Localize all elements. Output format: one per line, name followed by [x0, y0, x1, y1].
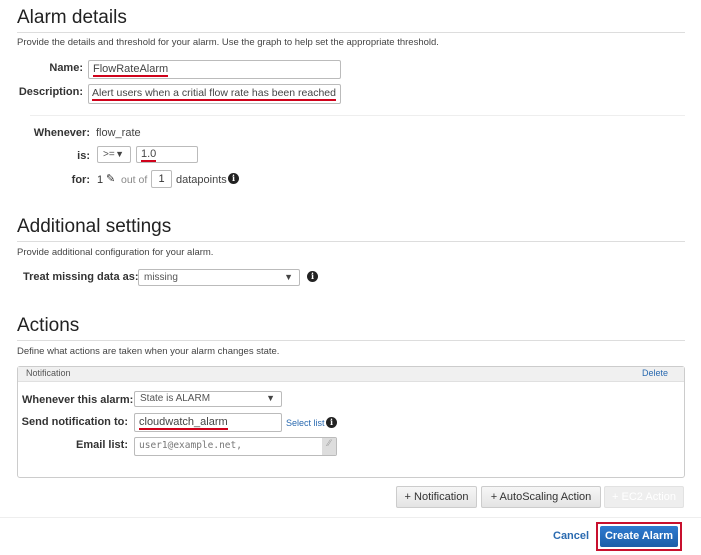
- email-list-value: user1@example.net,: [139, 440, 242, 451]
- resize-handle-icon[interactable]: ⁄⁄: [322, 438, 336, 455]
- send-notification-input[interactable]: cloudwatch_alarm: [134, 413, 282, 432]
- alarm-details-subtitle: Provide the details and threshold for yo…: [17, 37, 439, 48]
- whenever-this-alarm-label: Whenever this alarm:: [22, 394, 134, 406]
- add-ec2-action-button: + EC2 Action: [604, 486, 684, 508]
- create-alarm-button[interactable]: Create Alarm: [600, 526, 678, 547]
- notification-panel-header: Notification Delete: [18, 367, 684, 382]
- chevron-down-icon: ▼: [115, 149, 124, 159]
- metric-name: flow_rate: [96, 127, 141, 139]
- missing-data-select[interactable]: missing ▼: [138, 269, 300, 286]
- info-icon[interactable]: i: [228, 173, 239, 184]
- divider: [17, 32, 685, 33]
- alarm-state-select[interactable]: State is ALARM ▼: [134, 391, 282, 407]
- add-notification-button[interactable]: + Notification: [396, 486, 477, 508]
- alarm-details-title: Alarm details: [17, 7, 127, 28]
- delete-link[interactable]: Delete: [642, 368, 668, 378]
- divider: [17, 340, 685, 341]
- select-list-link[interactable]: Select list: [286, 418, 325, 428]
- info-icon[interactable]: i: [326, 417, 337, 428]
- send-notification-value: cloudwatch_alarm: [139, 416, 228, 430]
- for-label: for:: [71, 174, 90, 186]
- operator-value: >=: [103, 149, 115, 160]
- operator-select[interactable]: >= ▼: [97, 146, 131, 163]
- threshold-value: 1.0: [141, 148, 157, 162]
- chevron-down-icon: ▼: [284, 272, 293, 282]
- datapoints-count: 1: [97, 174, 104, 186]
- pencil-icon[interactable]: ✎: [106, 172, 115, 185]
- cancel-button[interactable]: Cancel: [553, 530, 589, 542]
- additional-settings-subtitle: Provide additional configuration for you…: [17, 247, 214, 258]
- name-label: Name:: [49, 62, 83, 74]
- chevron-down-icon: ▼: [266, 393, 275, 403]
- alarm-state-value: State is ALARM: [140, 393, 211, 404]
- actions-title: Actions: [17, 315, 80, 336]
- is-label: is:: [77, 150, 90, 162]
- evaluation-periods-input[interactable]: 1: [151, 170, 172, 188]
- additional-settings-title: Additional settings: [17, 216, 172, 237]
- add-autoscaling-action-button[interactable]: + AutoScaling Action: [481, 486, 601, 508]
- email-list-textarea[interactable]: user1@example.net, ⁄⁄: [134, 437, 337, 456]
- missing-data-value: missing: [144, 272, 178, 283]
- out-of-label: out of: [121, 174, 148, 186]
- name-input[interactable]: FlowRateAlarm: [88, 60, 341, 79]
- notification-header-label: Notification: [26, 368, 71, 378]
- datapoints-label: datapoints: [176, 174, 227, 186]
- divider: [30, 115, 685, 116]
- info-icon[interactable]: i: [307, 271, 318, 282]
- actions-subtitle: Define what actions are taken when your …: [17, 346, 280, 357]
- send-notification-label: Send notification to:: [21, 416, 128, 428]
- description-label: Description:: [18, 86, 83, 98]
- description-value: Alert users when a critial flow rate has…: [92, 87, 336, 101]
- threshold-input[interactable]: 1.0: [136, 146, 198, 163]
- missing-data-label: Treat missing data as:: [23, 271, 139, 283]
- divider: [17, 241, 685, 242]
- email-list-label: Email list:: [76, 439, 128, 451]
- description-input[interactable]: Alert users when a critial flow rate has…: [88, 84, 341, 104]
- name-value: FlowRateAlarm: [93, 63, 169, 77]
- divider: [0, 517, 701, 518]
- whenever-label: Whenever:: [33, 127, 90, 139]
